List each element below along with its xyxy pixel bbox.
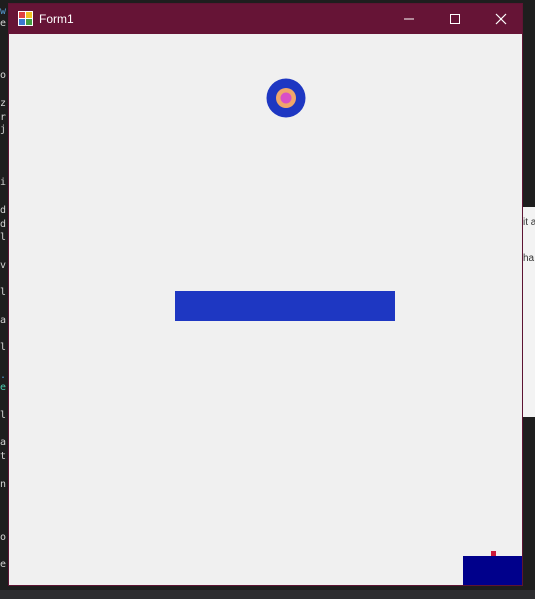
editor-fragment: l (0, 232, 7, 243)
editor-fragment: e (0, 18, 7, 29)
editor-fragment: d (0, 219, 7, 230)
editor-fragment: a (0, 315, 7, 326)
maximize-icon (450, 14, 460, 24)
minimize-icon (404, 18, 414, 20)
app-icon[interactable] (18, 11, 33, 26)
editor-fragment: r (0, 112, 7, 123)
editor-fragment: v (0, 260, 7, 271)
editor-fragment: e (0, 382, 7, 393)
editor-fragment: n (0, 479, 7, 490)
editor-fragment: . (0, 370, 7, 381)
editor-fragment: d (0, 205, 7, 216)
editor-fragment: o (0, 70, 7, 81)
ball (266, 78, 306, 118)
editor-fragment: j (0, 124, 7, 135)
editor-fragment: o (0, 532, 7, 543)
ball-core (280, 92, 292, 104)
form1-window: Form1 (8, 3, 523, 586)
editor-fragment: l (0, 287, 7, 298)
editor-fragment: a (0, 437, 7, 448)
editor-fragment: t (0, 451, 7, 462)
editor-fragment: z (0, 98, 7, 109)
side-panel-fragment: it a (523, 217, 535, 228)
editor-fragment: l (0, 342, 7, 353)
side-panel-fragment: ha (523, 253, 535, 264)
game-canvas[interactable] (9, 34, 522, 585)
minimize-button[interactable] (386, 4, 432, 34)
close-button[interactable] (478, 4, 524, 34)
editor-fragment: e (0, 559, 7, 570)
title-bar[interactable]: Form1 (9, 4, 522, 34)
corner-block (463, 556, 522, 585)
maximize-button[interactable] (432, 4, 478, 34)
background-status-strip (0, 590, 535, 599)
close-icon (495, 13, 507, 25)
window-title: Form1 (39, 12, 74, 26)
editor-fragment: w (0, 6, 7, 17)
editor-fragment: l (0, 410, 7, 421)
paddle[interactable] (175, 291, 395, 321)
editor-fragment: i (0, 177, 7, 188)
